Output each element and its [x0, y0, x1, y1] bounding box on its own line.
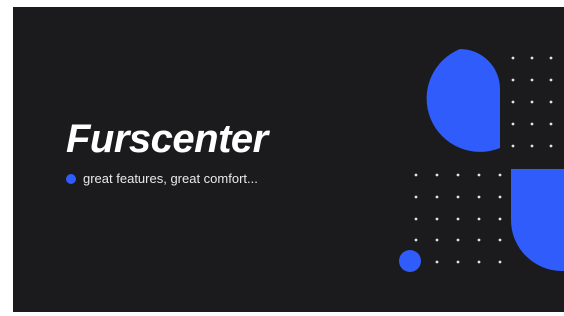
grid-dot: [498, 173, 502, 177]
grid-dot: [549, 122, 553, 126]
grid-dot: [477, 238, 481, 242]
grid-dot: [530, 100, 534, 104]
grid-dot: [456, 238, 460, 242]
grid-dot: [498, 217, 502, 221]
grid-dot: [549, 56, 553, 60]
grid-dot: [549, 144, 553, 148]
grid-dot: [530, 78, 534, 82]
grid-dot: [498, 238, 502, 242]
decorative-shapes: [399, 49, 564, 272]
grid-dot: [530, 144, 534, 148]
grid-dot: [549, 100, 553, 104]
grid-dot: [511, 78, 515, 82]
grid-dot: [498, 260, 502, 264]
grid-dot: [435, 238, 439, 242]
grid-dot: [414, 238, 418, 242]
grid-dot: [530, 122, 534, 126]
grid-dot: [456, 195, 460, 199]
grid-dot: [498, 195, 502, 199]
grid-dot: [511, 144, 515, 148]
leaf-shape-bottom: [511, 169, 564, 271]
hero-banner: Furscenter great features, great comfort…: [13, 7, 564, 312]
grid-dot: [477, 217, 481, 221]
grid-dot: [456, 260, 460, 264]
grid-dot: [414, 217, 418, 221]
grid-dot: [530, 56, 534, 60]
grid-dot: [477, 173, 481, 177]
grid-dot: [511, 56, 515, 60]
leaf-shape-top: [426, 49, 500, 152]
grid-dot: [456, 173, 460, 177]
grid-dot: [477, 260, 481, 264]
grid-dot: [435, 195, 439, 199]
grid-dot: [414, 173, 418, 177]
grid-dot: [456, 217, 460, 221]
grid-dot: [511, 100, 515, 104]
grid-dot: [435, 173, 439, 177]
grid-dot: [435, 217, 439, 221]
grid-dot: [477, 195, 481, 199]
grid-dot: [549, 78, 553, 82]
grid-dot: [435, 260, 439, 264]
grid-dot: [511, 122, 515, 126]
grid-dot: [414, 195, 418, 199]
small-circle: [399, 250, 421, 272]
